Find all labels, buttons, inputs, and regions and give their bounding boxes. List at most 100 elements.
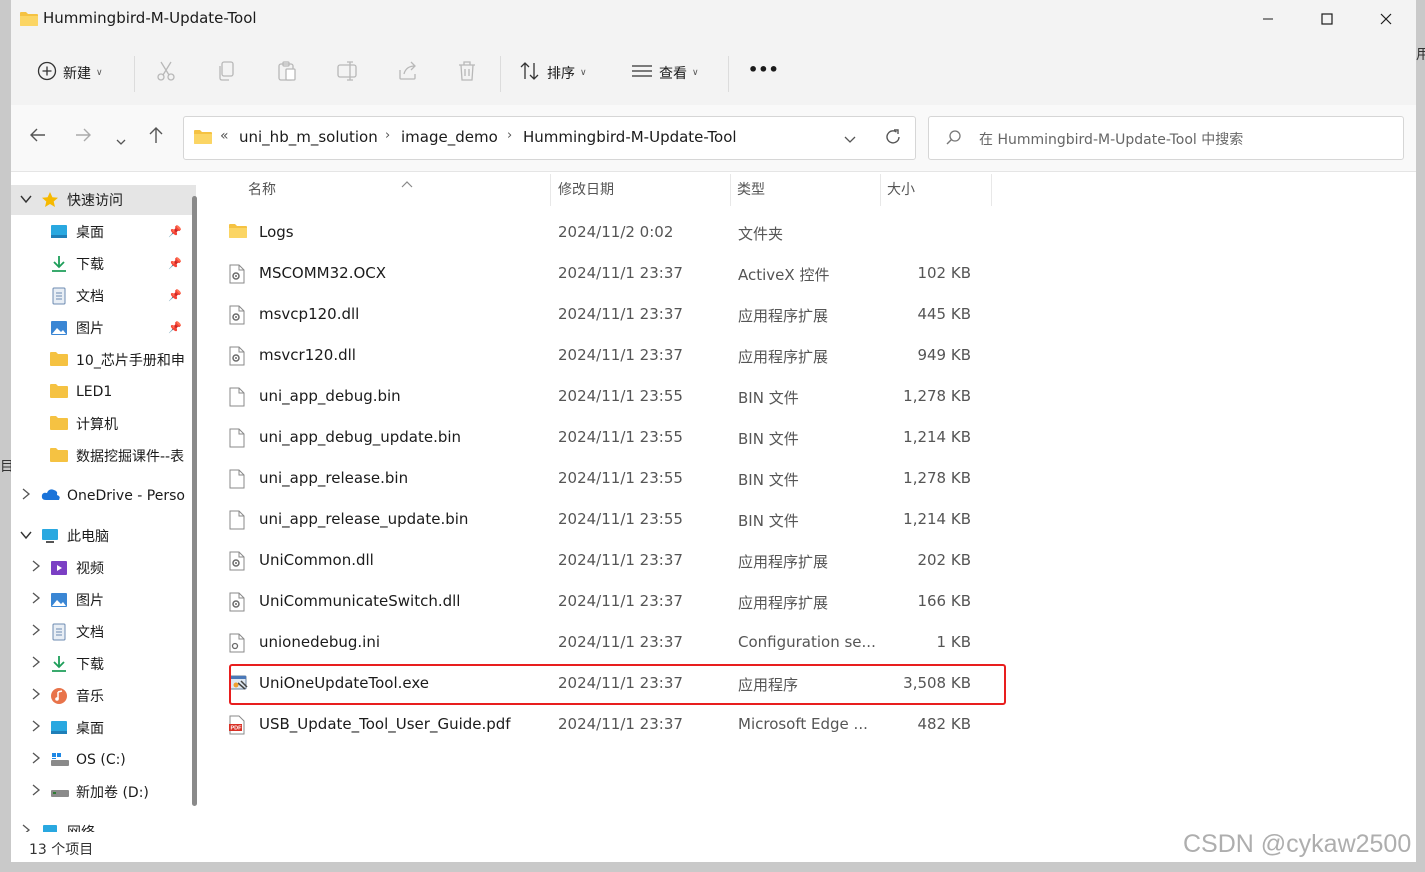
address-row: « uni_hb_m_solution › image_demo › Hummi… [11, 105, 1416, 172]
column-header-date[interactable]: 修改日期 [558, 172, 614, 206]
up-button[interactable] [146, 125, 166, 150]
chevron-right-icon[interactable] [31, 560, 41, 576]
refresh-button[interactable] [883, 127, 903, 151]
file-row[interactable]: unionedebug.ini 2024/11/1 23:37 Configurat… [223, 622, 993, 663]
file-row[interactable]: uni_app_debug_update.bin 2024/11/1 23:55 B… [223, 417, 993, 458]
back-button[interactable] [28, 125, 48, 150]
sidebar-item-label: OneDrive - Perso [67, 488, 185, 504]
sidebar-item-folder[interactable]: LED1 [50, 377, 196, 407]
cut-button[interactable] [156, 60, 176, 86]
delete-button[interactable] [457, 60, 477, 86]
column-divider[interactable] [991, 174, 992, 206]
chevron-right-icon[interactable] [31, 624, 41, 640]
cloud-icon [41, 487, 60, 505]
file-size: 1,214 KB [903, 510, 971, 528]
file-type: BIN 文件 [738, 430, 799, 448]
file-row[interactable]: uni_app_release_update.bin 2024/11/1 23:5… [223, 499, 993, 540]
new-label: 新建 [63, 66, 91, 82]
column-header-size[interactable]: 大小 [887, 172, 915, 206]
address-dropdown-button[interactable] [843, 131, 857, 150]
highlight-annotation-box [229, 664, 1006, 705]
sidebar-item-videos[interactable]: 视频 [31, 553, 196, 583]
paste-button[interactable] [277, 60, 297, 86]
share-button[interactable] [397, 60, 419, 86]
breadcrumb-separator-icon[interactable]: › [385, 128, 390, 143]
address-bar[interactable]: « uni_hb_m_solution › image_demo › Hummi… [183, 116, 916, 160]
sidebar-item-network[interactable]: 网络 [11, 817, 196, 832]
column-divider[interactable] [730, 174, 731, 206]
recent-locations-button[interactable] [115, 129, 127, 153]
column-divider[interactable] [880, 174, 881, 206]
new-button[interactable]: 新建 ∨ [37, 61, 103, 85]
chevron-down-icon[interactable] [20, 528, 32, 544]
file-row[interactable]: MSCOMM32.OCX 2024/11/1 23:37 ActiveX 控件 102… [223, 253, 993, 294]
chevron-right-icon[interactable] [21, 824, 33, 832]
column-header-name[interactable]: 名称 [248, 172, 276, 206]
chevron-right-icon[interactable] [21, 488, 33, 504]
file-row[interactable]: msvcr120.dll 2024/11/1 23:37 应用程序扩展 949 KB [223, 335, 993, 376]
sidebar-item-pictures[interactable]: 图片 [31, 585, 196, 615]
file-row[interactable]: UniCommon.dll 2024/11/1 23:37 应用程序扩展 202 KB [223, 540, 993, 581]
breadcrumb-item[interactable]: image_demo [401, 128, 498, 146]
file-type: Configuration se... [738, 633, 876, 651]
sidebar-item-documents[interactable]: 文档 [31, 617, 196, 647]
maximize-icon [1321, 10, 1333, 29]
file-type: ActiveX 控件 [738, 266, 830, 284]
sidebar-item-desktop[interactable]: 桌面 [31, 713, 196, 743]
file-date: 2024/11/1 23:37 [558, 551, 683, 569]
minimize-button[interactable] [1239, 0, 1297, 38]
chevron-right-icon[interactable] [31, 656, 41, 672]
file-size: 166 KB [917, 592, 971, 610]
chevron-right-icon[interactable] [31, 784, 41, 800]
file-row[interactable]: uni_app_release.bin 2024/11/1 23:55 BIN 文件… [223, 458, 993, 499]
sidebar-item-label: 快速访问 [67, 193, 123, 209]
chevron-right-icon[interactable] [31, 720, 41, 736]
view-button[interactable]: 查看 ∨ [631, 61, 699, 85]
sidebar-item-music[interactable]: 音乐 [31, 681, 196, 711]
sidebar-item-quick-access[interactable]: 快速访问 [11, 185, 196, 215]
sort-button[interactable]: 排序 ∨ [519, 61, 587, 85]
sidebar-item-documents[interactable]: 文档 📌 [50, 281, 196, 311]
file-row[interactable]: uni_app_debug.bin 2024/11/1 23:55 BIN 文件 1,… [223, 376, 993, 417]
more-options-button[interactable]: ••• [748, 60, 779, 79]
download-icon [50, 255, 68, 273]
title-bar[interactable]: Hummingbird-M-Update-Tool [11, 0, 1416, 38]
sidebar-item-this-pc[interactable]: 此电脑 [11, 521, 196, 551]
chevron-right-icon[interactable] [31, 688, 41, 704]
sidebar-item-pictures[interactable]: 图片 📌 [50, 313, 196, 343]
close-button[interactable] [1357, 0, 1415, 38]
sidebar-item-onedrive[interactable]: OneDrive - Perso [11, 481, 196, 511]
file-row[interactable]: msvcp120.dll 2024/11/1 23:37 应用程序扩展 445 KB [223, 294, 993, 335]
chevron-right-icon[interactable] [31, 592, 41, 608]
file-date: 2024/11/1 23:55 [558, 428, 683, 446]
breadcrumb-separator-icon[interactable]: › [507, 128, 512, 143]
search-box[interactable]: 在 Hummingbird-M-Update-Tool 中搜索 [928, 116, 1404, 160]
sidebar-item-folder[interactable]: 计算机 [50, 409, 196, 439]
copy-button[interactable] [217, 60, 237, 86]
sidebar-item-downloads[interactable]: 下载 [31, 649, 196, 679]
sidebar-item-folder[interactable]: 数据挖掘课件--表 [50, 441, 196, 471]
breadcrumb-item[interactable]: Hummingbird-M-Update-Tool [523, 128, 737, 146]
chevron-right-icon[interactable] [31, 752, 41, 768]
forward-button[interactable] [73, 125, 93, 150]
chevron-down-icon[interactable] [20, 192, 32, 208]
file-row[interactable]: UniCommunicateSwitch.dll 2024/11/1 23:37 应… [223, 581, 993, 622]
file-name: uni_app_release_update.bin [259, 510, 469, 528]
column-divider[interactable] [550, 174, 551, 206]
navigation-pane: 快速访问 桌面 📌 下载 📌 文档 📌 图片 📌 10_芯片手册和申 LED1 … [11, 172, 196, 832]
column-header-type[interactable]: 类型 [737, 172, 765, 206]
picture-icon [50, 319, 68, 337]
sidebar-item-drive-c[interactable]: OS (C:) [31, 745, 196, 775]
sidebar-item-label: 网络 [67, 822, 95, 832]
maximize-button[interactable] [1298, 0, 1356, 38]
sidebar-scrollbar[interactable] [192, 196, 197, 806]
sidebar-item-drive-d[interactable]: 新加卷 (D:) [31, 777, 196, 807]
file-row[interactable]: PDF USB_Update_Tool_User_Guide.pdf 2024/11… [223, 704, 993, 745]
sidebar-item-folder[interactable]: 10_芯片手册和申 [50, 345, 196, 375]
file-row[interactable]: Logs 2024/11/2 0:02 文件夹 [223, 212, 993, 253]
sidebar-item-desktop[interactable]: 桌面 📌 [50, 217, 196, 247]
breadcrumb-item[interactable]: uni_hb_m_solution [239, 128, 378, 146]
rename-button[interactable] [337, 60, 359, 86]
overflow-chevron-icon[interactable]: « [220, 128, 229, 144]
sidebar-item-downloads[interactable]: 下载 📌 [50, 249, 196, 279]
